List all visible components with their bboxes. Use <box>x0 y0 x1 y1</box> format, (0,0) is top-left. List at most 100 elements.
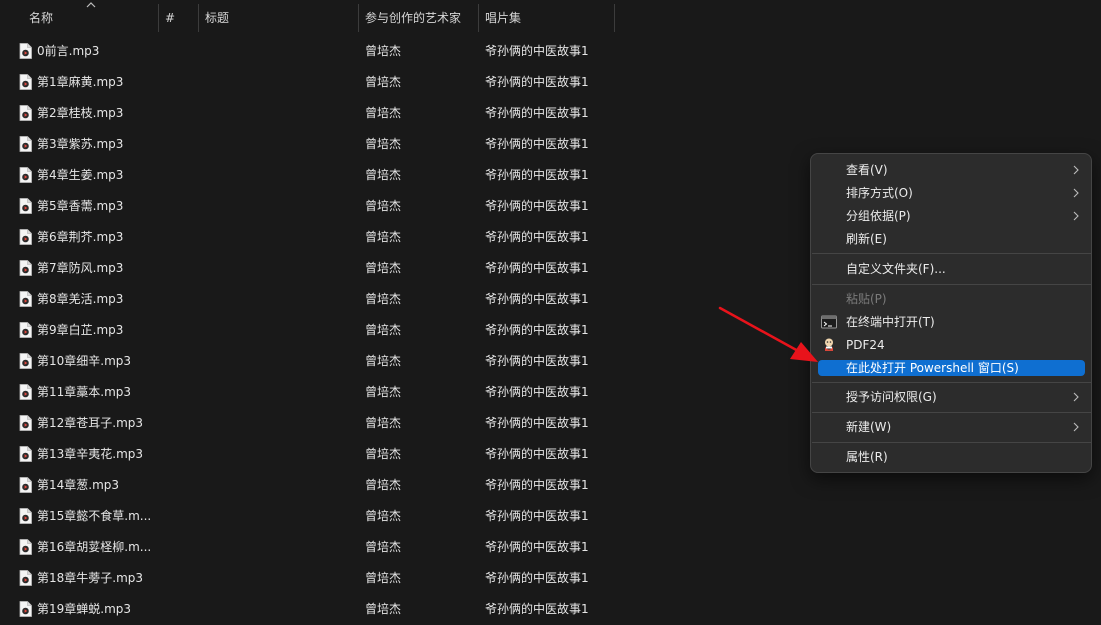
file-name: 第16章胡荽柽柳.m... <box>37 540 152 554</box>
file-artist: 曾培杰 <box>365 354 402 368</box>
column-artist-header[interactable]: 参与创作的艺术家 <box>359 0 479 32</box>
file-artist: 曾培杰 <box>365 509 402 523</box>
audio-file-icon <box>19 446 32 462</box>
file-row[interactable]: 第8章羌活.mp3 曾培杰 爷孙俩的中医故事1 <box>0 284 620 315</box>
file-row[interactable]: 第9章白芷.mp3 曾培杰 爷孙俩的中医故事1 <box>0 315 620 346</box>
audio-file-icon <box>19 477 32 493</box>
file-row[interactable]: 第19章蝉蜕.mp3 曾培杰 爷孙俩的中医故事1 <box>0 594 620 625</box>
file-album: 爷孙俩的中医故事1 <box>485 540 589 554</box>
file-artist: 曾培杰 <box>365 261 402 275</box>
file-name: 第4章生姜.mp3 <box>37 168 124 182</box>
file-artist: 曾培杰 <box>365 44 402 58</box>
file-artist: 曾培杰 <box>365 540 402 554</box>
menu-item-open-powershell[interactable]: 在此处打开 Powershell 窗口(S) <box>818 360 1085 376</box>
file-row[interactable]: 第15章懿不食草.m... 曾培杰 爷孙俩的中医故事1 <box>0 501 620 532</box>
column-title-header[interactable]: 标题 <box>199 0 359 32</box>
audio-file-icon <box>19 322 32 338</box>
menu-item-group[interactable]: 分组依据(P) <box>818 208 1085 224</box>
menu-item-refresh[interactable]: 刷新(E) <box>818 231 1085 247</box>
file-row[interactable]: 第13章辛夷花.mp3 曾培杰 爷孙俩的中医故事1 <box>0 439 620 470</box>
file-artist: 曾培杰 <box>365 199 402 213</box>
audio-file-icon <box>19 508 32 524</box>
file-row[interactable]: 第10章细辛.mp3 曾培杰 爷孙俩的中医故事1 <box>0 346 620 377</box>
column-divider[interactable] <box>614 4 615 32</box>
file-name: 0前言.mp3 <box>37 44 100 58</box>
menu-item-label: 刷新(E) <box>846 232 887 246</box>
file-artist: 曾培杰 <box>365 478 402 492</box>
file-row[interactable]: 0前言.mp3 曾培杰 爷孙俩的中医故事1 <box>0 36 620 67</box>
audio-file-icon <box>19 415 32 431</box>
menu-separator <box>812 253 1092 254</box>
audio-file-icon <box>19 539 32 555</box>
audio-file-icon <box>19 43 32 59</box>
file-row[interactable]: 第14章葱.mp3 曾培杰 爷孙俩的中医故事1 <box>0 470 620 501</box>
file-album: 爷孙俩的中医故事1 <box>485 261 589 275</box>
menu-item-label: 查看(V) <box>846 163 888 177</box>
chevron-right-icon <box>1073 188 1079 198</box>
menu-item-label: 授予访问权限(G) <box>846 390 937 404</box>
file-row[interactable]: 第18章牛蒡子.mp3 曾培杰 爷孙俩的中医故事1 <box>0 563 620 594</box>
file-artist: 曾培杰 <box>365 137 402 151</box>
chevron-right-icon <box>1073 422 1079 432</box>
menu-item-pdf24[interactable]: PDF24 <box>818 337 1085 353</box>
file-row[interactable]: 第11章藁本.mp3 曾培杰 爷孙俩的中医故事1 <box>0 377 620 408</box>
file-name: 第9章白芷.mp3 <box>37 323 124 337</box>
file-row[interactable]: 第5章香薷.mp3 曾培杰 爷孙俩的中医故事1 <box>0 191 620 222</box>
file-album: 爷孙俩的中医故事1 <box>485 602 589 616</box>
file-row[interactable]: 第3章紫苏.mp3 曾培杰 爷孙俩的中医故事1 <box>0 129 620 160</box>
file-name: 第8章羌活.mp3 <box>37 292 124 306</box>
file-name: 第3章紫苏.mp3 <box>37 137 124 151</box>
menu-item-paste: 粘贴(P) <box>818 291 1085 307</box>
menu-item-label: PDF24 <box>846 338 885 352</box>
menu-item-label: 粘贴(P) <box>846 292 887 306</box>
file-row[interactable]: 第6章荆芥.mp3 曾培杰 爷孙俩的中医故事1 <box>0 222 620 253</box>
file-name: 第7章防风.mp3 <box>37 261 124 275</box>
context-menu: 查看(V) 排序方式(O) 分组依据(P) 刷新(E) 自定义文件夹(F)...… <box>810 153 1092 473</box>
column-album-header[interactable]: 唱片集 <box>479 0 614 32</box>
column-header: 名称 # 标题 参与创作的艺术家 唱片集 <box>0 0 1101 36</box>
file-artist: 曾培杰 <box>365 168 402 182</box>
file-name: 第10章细辛.mp3 <box>37 354 132 368</box>
menu-item-customize-folder[interactable]: 自定义文件夹(F)... <box>818 261 1085 277</box>
audio-file-icon <box>19 198 32 214</box>
file-row[interactable]: 第16章胡荽柽柳.m... 曾培杰 爷孙俩的中医故事1 <box>0 532 620 563</box>
audio-file-icon <box>19 229 32 245</box>
file-album: 爷孙俩的中医故事1 <box>485 478 589 492</box>
audio-file-icon <box>19 260 32 276</box>
file-name: 第12章苍耳子.mp3 <box>37 416 144 430</box>
audio-file-icon <box>19 291 32 307</box>
file-album: 爷孙俩的中医故事1 <box>485 509 589 523</box>
audio-file-icon <box>19 353 32 369</box>
column-number-header[interactable]: # <box>159 0 199 32</box>
file-row[interactable]: 第7章防风.mp3 曾培杰 爷孙俩的中医故事1 <box>0 253 620 284</box>
file-row[interactable]: 第12章苍耳子.mp3 曾培杰 爷孙俩的中医故事1 <box>0 408 620 439</box>
pdf24-icon <box>825 338 833 351</box>
menu-item-properties[interactable]: 属性(R) <box>818 449 1085 465</box>
menu-item-grant-access[interactable]: 授予访问权限(G) <box>818 389 1085 405</box>
menu-item-new[interactable]: 新建(W) <box>818 419 1085 435</box>
file-name: 第15章懿不食草.m... <box>37 509 152 523</box>
file-artist: 曾培杰 <box>365 292 402 306</box>
menu-item-label: 在此处打开 Powershell 窗口(S) <box>846 361 1019 375</box>
chevron-right-icon <box>1073 211 1079 221</box>
file-album: 爷孙俩的中医故事1 <box>485 416 589 430</box>
file-row[interactable]: 第4章生姜.mp3 曾培杰 爷孙俩的中医故事1 <box>0 160 620 191</box>
file-name: 第11章藁本.mp3 <box>37 385 132 399</box>
menu-item-open-terminal[interactable]: 在终端中打开(T) <box>818 314 1085 330</box>
menu-item-view[interactable]: 查看(V) <box>818 162 1085 178</box>
file-album: 爷孙俩的中医故事1 <box>485 137 589 151</box>
file-artist: 曾培杰 <box>365 571 402 585</box>
file-name: 第1章麻黄.mp3 <box>37 75 124 89</box>
file-album: 爷孙俩的中医故事1 <box>485 168 589 182</box>
audio-file-icon <box>19 136 32 152</box>
audio-file-icon <box>19 74 32 90</box>
menu-item-label: 自定义文件夹(F)... <box>846 262 946 276</box>
file-name: 第14章葱.mp3 <box>37 478 120 492</box>
audio-file-icon <box>19 601 32 617</box>
file-row[interactable]: 第1章麻黄.mp3 曾培杰 爷孙俩的中医故事1 <box>0 67 620 98</box>
file-album: 爷孙俩的中医故事1 <box>485 75 589 89</box>
file-row[interactable]: 第2章桂枝.mp3 曾培杰 爷孙俩的中医故事1 <box>0 98 620 129</box>
file-album: 爷孙俩的中医故事1 <box>485 385 589 399</box>
file-album: 爷孙俩的中医故事1 <box>485 292 589 306</box>
menu-item-sort[interactable]: 排序方式(O) <box>818 185 1085 201</box>
